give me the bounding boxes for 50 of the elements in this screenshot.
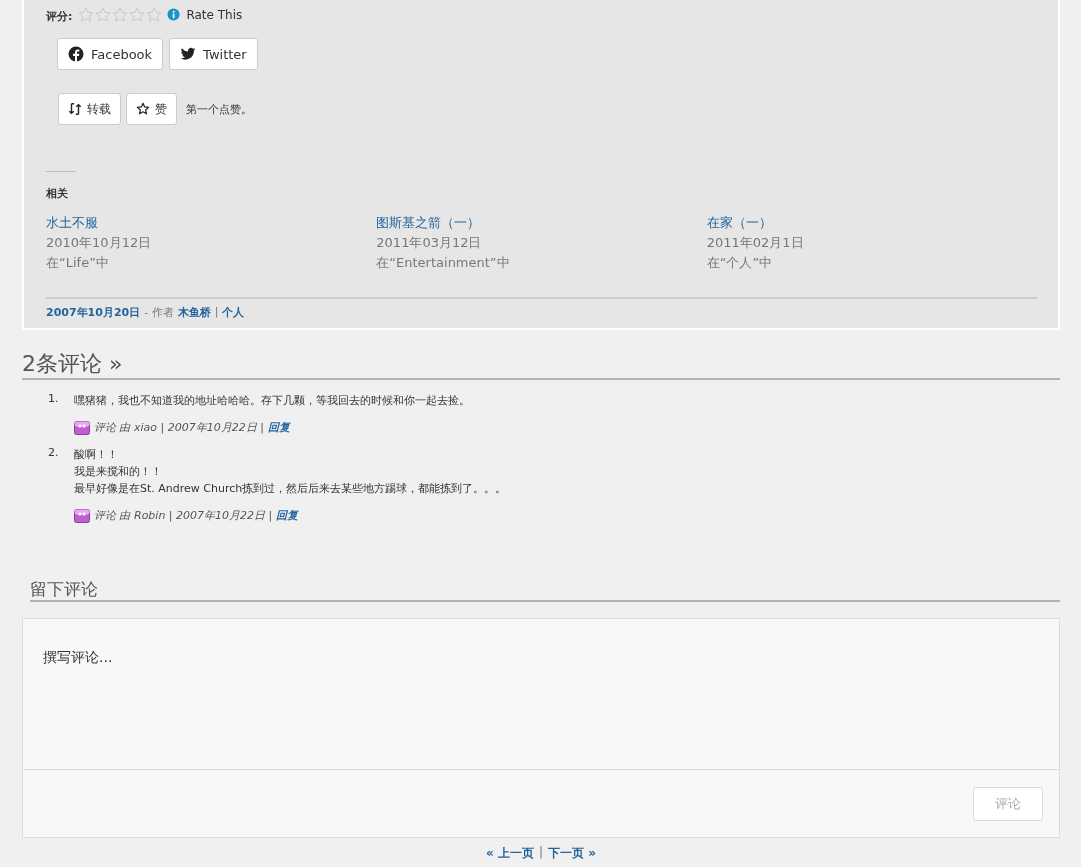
comment-number: 1. [48, 392, 58, 407]
star-icon [136, 102, 150, 116]
comment-meta: 评论 由 xiao | 2007年10月22日 | [94, 420, 264, 436]
comment-text: 嘿猪猪，我也不知道我的地址哈哈哈。存下几颗，等我回去的时候和你一起去捡。 [74, 393, 470, 409]
related-post-link[interactable]: 水土不服 [46, 214, 377, 232]
comment-text: 最早好像是在St. Andrew Church拣到过，然后后来去某些地方踢球，都能拣到了。。。 [74, 481, 507, 497]
rating-label: 评分: [46, 9, 73, 24]
related-post-link[interactable]: 图斯基之箭（一） [376, 214, 707, 232]
related-post-date: 2011年03月12日 [376, 234, 483, 252]
post-date-link[interactable]: 2007年10月20日 [46, 305, 141, 320]
reply-link[interactable]: 回复 [276, 507, 299, 524]
author-link[interactable]: 木鱼桥 [177, 305, 211, 320]
related-post-link[interactable]: 在家（一） [706, 214, 1037, 232]
comment-meta: 评论 由 Robin | 2007年10月22日 | [94, 508, 273, 524]
twitter-share-button[interactable]: Twitter [169, 38, 258, 70]
related-post-date: 2010年10月12日 [46, 234, 153, 252]
category-link[interactable]: 个人 [222, 305, 245, 320]
comment-number: 2. [48, 446, 58, 461]
separator: | [538, 845, 543, 861]
star-icon[interactable] [129, 6, 146, 23]
bird-icon [180, 46, 197, 62]
related-post-category: 在“个人”中 [706, 254, 774, 272]
avatar-icon [74, 508, 90, 523]
avatar-icon [74, 420, 90, 435]
comment-input-field[interactable]: 撰写评论... [23, 619, 1059, 770]
related-heading: 相关 [46, 186, 69, 201]
star-icon[interactable] [146, 6, 163, 23]
star-icon[interactable] [95, 6, 112, 23]
facebook-share-button[interactable]: Facebook [57, 38, 164, 70]
related-post-date: 2011年02月1日 [706, 234, 805, 252]
facebook-icon [68, 46, 84, 62]
reblog-button[interactable]: 转载 [58, 93, 121, 125]
like-note: 第一个点赞。 [186, 101, 252, 117]
author-label: - 作者 [144, 305, 174, 320]
comments-heading: 2条评论 » [22, 350, 1060, 380]
separator: | [214, 305, 219, 320]
reply-heading: 留下评论 [30, 578, 1060, 602]
star-icon[interactable] [112, 6, 129, 23]
related-post-category: 在“Life”中 [46, 254, 110, 272]
rate-this-link[interactable]: Rate This [186, 7, 243, 22]
related-post-category: 在“Entertainment”中 [376, 254, 511, 272]
reply-link[interactable]: 回复 [267, 419, 290, 436]
star-icon[interactable] [78, 6, 95, 23]
like-button[interactable]: 赞 [126, 93, 177, 125]
next-page-link[interactable]: 下一页 » [548, 845, 596, 862]
arrows-icon [68, 102, 82, 116]
previous-page-link[interactable]: « 上一页 [486, 845, 534, 862]
info-icon[interactable] [167, 8, 181, 21]
comment-text: 酸啊！！ [74, 447, 119, 463]
comment-text: 我是来搅和的！！ [74, 464, 163, 480]
